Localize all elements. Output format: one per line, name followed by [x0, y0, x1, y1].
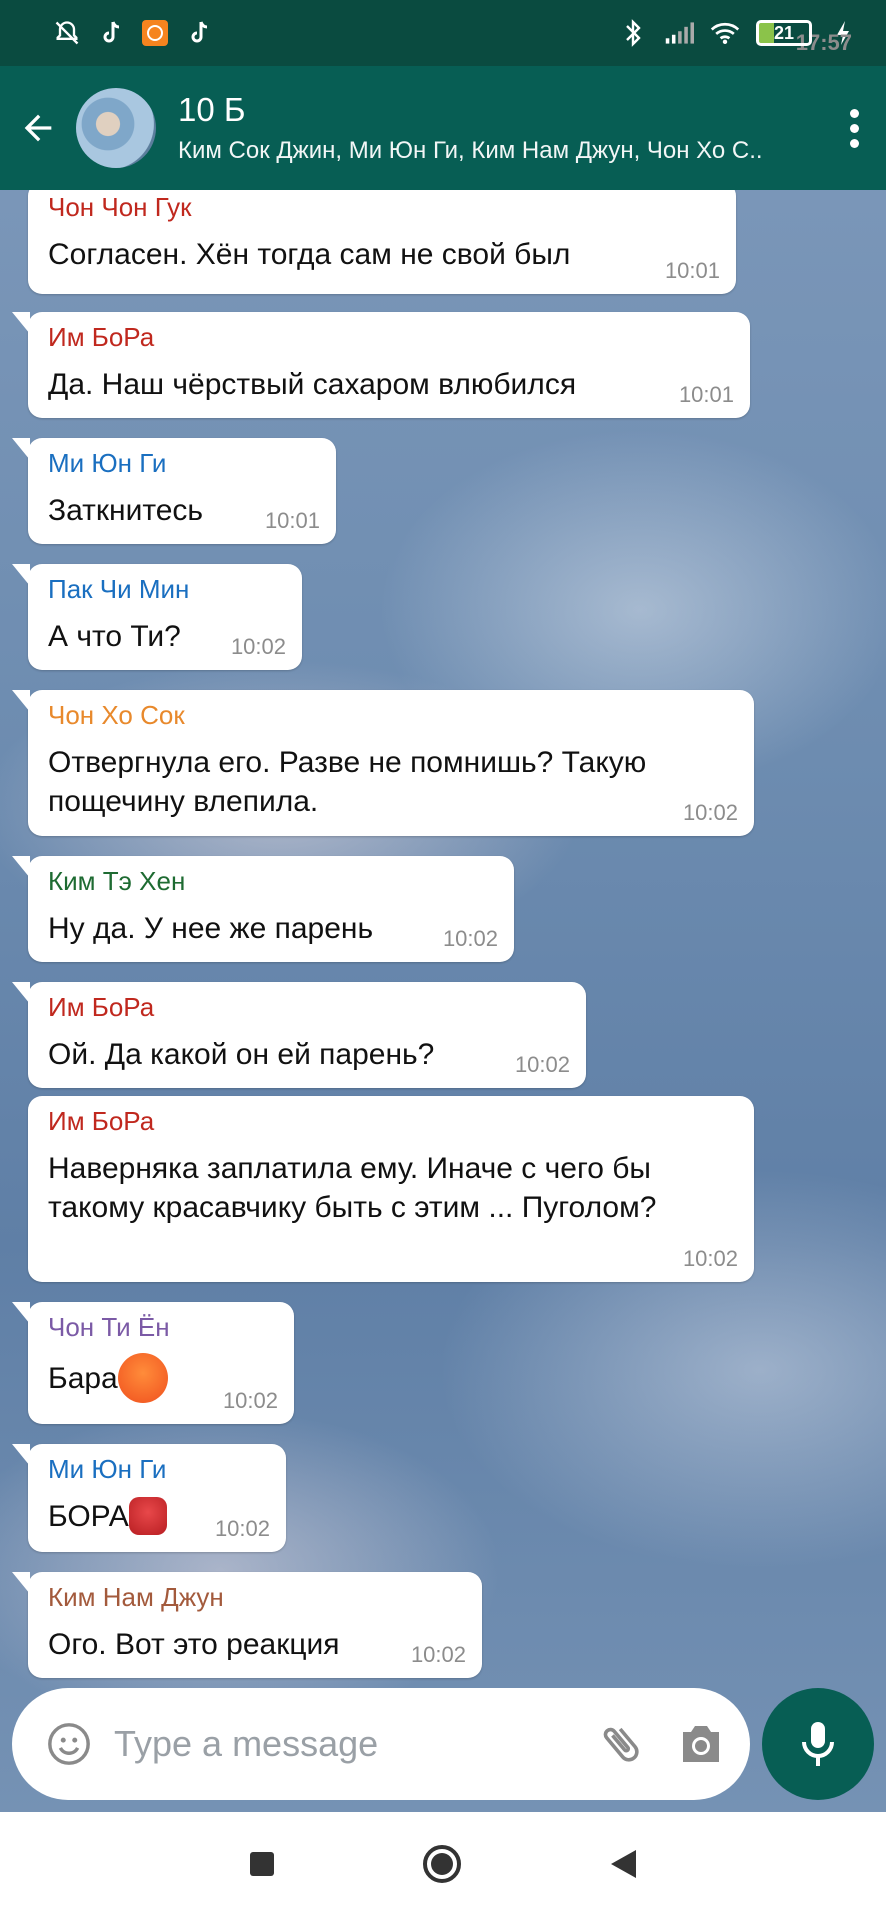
message-sender: Чон Чон Гук [48, 192, 192, 222]
microphone-icon [802, 1722, 834, 1766]
message-text: Ну да. У нее же парень [48, 912, 374, 945]
message-sender: Ми Юн Ги [48, 448, 167, 478]
cursing-face-emoji-icon [128, 1497, 167, 1536]
recents-button[interactable] [248, 1850, 276, 1883]
message-time: 10:02 [230, 634, 286, 659]
wifi-icon [710, 18, 740, 48]
dot [849, 123, 859, 133]
message-sender: Им БоРа [48, 1106, 155, 1136]
message-time: 10:01 [678, 382, 734, 407]
message-text: Бара [48, 1361, 118, 1395]
message-bubble[interactable]: Чон Хо Сок Отвергнула его. Разве не помн… [12, 690, 754, 836]
status-bar: 17:57 21 [0, 0, 886, 66]
message-text: Отвергнула его. Разве не помнишь? Такую … [48, 746, 647, 818]
message-bubble[interactable]: Им БоРа Ой. Да какой он ей парень? 10:02 [12, 982, 586, 1088]
chat-info[interactable]: 10 Б Ким Сок Джин, Ми Юн Ги, Ким Нам Джу… [178, 91, 822, 165]
signal-icon [664, 18, 694, 48]
message-bubble[interactable]: Ми Юн Ги Заткнитесь 10:01 [12, 438, 336, 544]
dot [849, 138, 859, 148]
chat-members: Ким Сок Джин, Ми Юн Ги, Ким Нам Джун, Чо… [178, 137, 763, 164]
attach-icon[interactable] [594, 1717, 648, 1771]
message-bubble[interactable]: Ким Тэ Хен Ну да. У нее же парень 10:02 [12, 856, 514, 962]
message-sender: Ми Юн Ги [48, 1454, 167, 1484]
message-time: 10:02 [442, 926, 498, 951]
mi-app-icon [140, 18, 170, 48]
system-navigation-bar [0, 1812, 886, 1920]
group-avatar[interactable] [76, 88, 156, 168]
message-sender: Чон Ти Ён [48, 1312, 170, 1342]
message-sender: Им БоРа [48, 322, 155, 352]
dot [849, 108, 859, 118]
message-bubble[interactable]: Ким Нам Джун Ого. Вот это реакция 10:02 [12, 1572, 482, 1678]
chat-area[interactable]: Чон Чон Гук Согласен. Хён тогда сам не с… [0, 190, 886, 1812]
angry-face-emoji-icon [117, 1353, 168, 1403]
back-button[interactable] [0, 66, 76, 190]
message-time: 10:02 [682, 1246, 738, 1271]
message-sender: Ким Нам Джун [48, 1582, 224, 1612]
message-time: 10:01 [664, 258, 720, 283]
message-text: Ой. Да какой он ей парень? [48, 1038, 435, 1071]
message-bubble[interactable]: Чон Ти Ён Бара 10:02 [12, 1302, 294, 1424]
message-sender: Ким Тэ Хен [48, 866, 186, 896]
message-input[interactable]: Type a message [114, 1723, 594, 1765]
message-bubble[interactable]: Им БоРа Наверняка заплатила ему. Иначе с… [28, 1096, 754, 1282]
home-button[interactable] [421, 1843, 463, 1890]
tiktok-icon [96, 18, 126, 48]
back-nav-button[interactable] [608, 1848, 638, 1885]
emoji-icon[interactable] [42, 1717, 96, 1771]
message-time: 10:02 [410, 1642, 466, 1667]
message-bubble[interactable]: Им БоРа Да. Наш чёрствый сахаром влюбилс… [12, 312, 750, 418]
message-sender: Пак Чи Мин [48, 574, 190, 604]
message-text: БОРА [48, 1500, 129, 1533]
more-options-button[interactable] [822, 108, 886, 148]
chat-header: 10 Б Ким Сок Джин, Ми Юн Ги, Ким Нам Джу… [0, 66, 886, 190]
camera-icon[interactable] [674, 1717, 728, 1771]
chat-title: 10 Б [178, 91, 246, 128]
message-bubble[interactable]: Чон Чон Гук Согласен. Хён тогда сам не с… [28, 190, 736, 294]
message-time: 10:02 [682, 800, 738, 825]
voice-message-button[interactable] [762, 1688, 874, 1800]
message-time: 10:02 [514, 1052, 570, 1077]
battery-indicator: 21 [756, 20, 812, 46]
message-time: 10:02 [214, 1516, 270, 1541]
message-text: Наверняка заплатила ему. Иначе с чего бы… [48, 1152, 657, 1224]
message-input-bar: Type a message [12, 1688, 750, 1800]
tiktok-icon [184, 18, 214, 48]
back-arrow-icon [24, 114, 52, 142]
message-bubble[interactable]: Пак Чи Мин А что Ти? 10:02 [12, 564, 302, 670]
message-time: 10:02 [222, 1388, 278, 1413]
notifications-muted-icon [52, 18, 82, 48]
message-sender: Чон Хо Сок [48, 700, 185, 730]
bluetooth-icon [618, 18, 648, 48]
message-time: 10:01 [264, 508, 320, 533]
message-text: Ого. Вот это реакция [48, 1628, 340, 1661]
message-bubble[interactable]: Ми Юн Ги БОРА 10:02 [12, 1444, 286, 1552]
message-text: Да. Наш чёрствый сахаром влюбился [48, 368, 577, 401]
message-text: Согласен. Хён тогда сам не свой был [48, 238, 571, 271]
message-sender: Им БоРа [48, 992, 155, 1022]
